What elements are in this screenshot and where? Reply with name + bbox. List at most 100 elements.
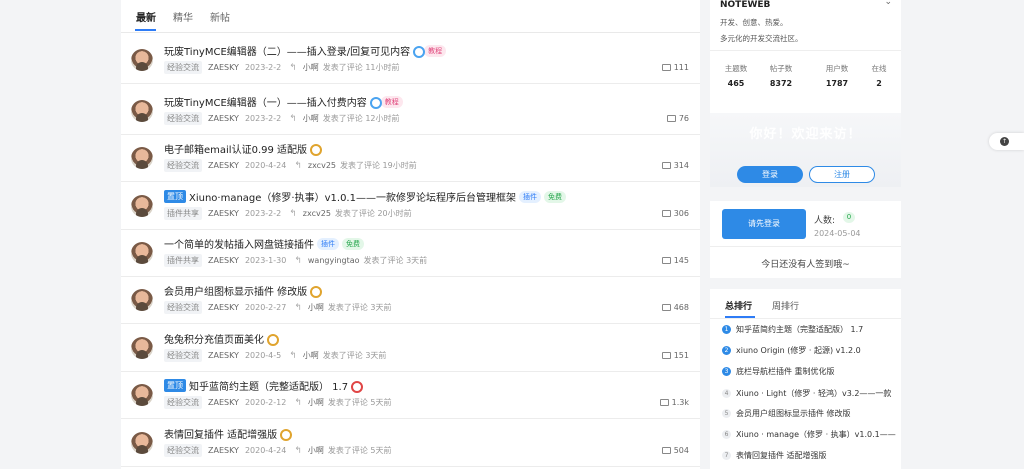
comment-count: 151 bbox=[661, 351, 689, 360]
forum-badge[interactable]: 经验交流 bbox=[164, 444, 202, 457]
forum-badge[interactable]: 经验交流 bbox=[164, 61, 202, 74]
thread-author[interactable]: ZAESKY bbox=[208, 446, 239, 455]
thread-author[interactable]: ZAESKY bbox=[208, 303, 239, 312]
chevron-down-icon[interactable]: ⌄ bbox=[884, 0, 892, 7]
thread-tag[interactable]: 插件 bbox=[317, 237, 339, 250]
comment-count-value: 1.3k bbox=[671, 398, 689, 407]
thread-row[interactable]: 置顶 知乎蓝简约主题（完整适配版） 1.7 经验交流 ZAESKY 2020-2-12 ↰… bbox=[121, 372, 700, 419]
active-tab-indicator bbox=[135, 29, 156, 31]
tab-new[interactable]: 新帖 bbox=[210, 9, 230, 24]
thread-row[interactable]: 表情回复插件 适配增强版 经验交流 ZAESKY 2020-4-24 ↰ 小啊 发表了评论 … bbox=[121, 420, 700, 467]
forum-badge[interactable]: 经验交流 bbox=[164, 396, 202, 409]
register-button[interactable]: 注册 bbox=[809, 166, 875, 183]
tab-latest[interactable]: 最新 bbox=[136, 9, 156, 24]
avatar[interactable] bbox=[131, 147, 153, 169]
thread-row[interactable]: 置顶 Xiuno·manage（修罗·执事）v1.0.1——一款修罗论坛程序后台管… bbox=[121, 183, 700, 230]
reply-arrow-icon: ↰ bbox=[289, 350, 297, 361]
site-desc-line1: 开发、创意、热爱。 bbox=[720, 18, 788, 27]
thread-tag[interactable]: 教程 bbox=[424, 44, 447, 57]
thread-author[interactable]: ZAESKY bbox=[208, 256, 239, 265]
ranking-item[interactable]: 5 会员用户组图标显示插件 修改版 bbox=[722, 408, 851, 419]
avatar[interactable] bbox=[131, 242, 153, 264]
thread-title-line: 表情回复插件 适配增强版 bbox=[164, 426, 293, 441]
thread-row[interactable]: 一个简单的发帖插入网盘链接插件 插件 免费 插件共享 ZAESKY 2023-1-30 ↰ w… bbox=[121, 230, 700, 277]
thread-tag[interactable]: 免费 bbox=[543, 190, 566, 203]
thread-row[interactable]: 玩废TinyMCE编辑器（一）——插入付费内容 教程 经验交流 ZAESKY 2023-… bbox=[121, 88, 700, 135]
ranking-item[interactable]: 2 xiuno Origin (修罗 · 起源) v1.2.0 bbox=[722, 345, 861, 356]
thread-title[interactable]: 知乎蓝简约主题（完整适配版） 1.7 bbox=[189, 378, 348, 393]
thread-title-line: 兔兔积分充值页面美化 bbox=[164, 331, 279, 346]
forum-badge[interactable]: 插件共享 bbox=[164, 254, 202, 267]
thread-title-line: 置顶 Xiuno·manage（修罗·执事）v1.0.1——一款修罗论坛程序后台管… bbox=[164, 189, 566, 204]
thread-row[interactable]: 电子邮箱email认证0.99 适配版 经验交流 ZAESKY 2020-4-24 ↰ z… bbox=[121, 135, 700, 182]
ranking-item[interactable]: 4 Xiuno · Light（修罗 · 轻鸿）v3.2——一款 bbox=[722, 388, 891, 399]
forum-badge[interactable]: 插件共享 bbox=[164, 207, 202, 220]
thread-tag[interactable]: 免费 bbox=[342, 237, 364, 250]
forum-badge[interactable]: 经验交流 bbox=[164, 112, 202, 125]
ranking-title[interactable]: 表情回复插件 适配增强版 bbox=[736, 450, 827, 461]
last-replier[interactable]: zxcv25 bbox=[303, 209, 331, 218]
avatar[interactable] bbox=[131, 49, 153, 71]
login-button[interactable]: 登录 bbox=[737, 166, 803, 183]
last-replier[interactable]: 小啊 bbox=[303, 62, 319, 73]
ranking-title[interactable]: xiuno Origin (修罗 · 起源) v1.2.0 bbox=[736, 345, 861, 356]
ranking-item[interactable]: 7 表情回复插件 适配增强版 bbox=[722, 450, 827, 461]
tab-featured[interactable]: 精华 bbox=[173, 9, 193, 24]
rank-number: 5 bbox=[722, 409, 731, 418]
thread-title[interactable]: 玩废TinyMCE编辑器（一）——插入付费内容 bbox=[164, 94, 367, 109]
thread-author[interactable]: ZAESKY bbox=[208, 63, 239, 72]
last-replier[interactable]: 小啊 bbox=[308, 445, 324, 456]
forum-badge[interactable]: 经验交流 bbox=[164, 349, 202, 362]
ranking-title[interactable]: Xiuno · manage（修罗 · 执事）v1.0.1—— bbox=[736, 429, 896, 440]
ranking-item[interactable]: 3 底栏导航栏插件 重制优化版 bbox=[722, 366, 835, 377]
comment-icon bbox=[659, 399, 669, 406]
tab-weekly-ranking[interactable]: 周排行 bbox=[772, 299, 799, 312]
thread-title[interactable]: 电子邮箱email认证0.99 适配版 bbox=[164, 141, 307, 156]
thread-title[interactable]: Xiuno·manage（修罗·执事）v1.0.1——一款修罗论坛程序后台管理框… bbox=[189, 189, 516, 204]
tab-total-ranking[interactable]: 总排行 bbox=[725, 299, 752, 312]
thread-title[interactable]: 会员用户组图标显示插件 修改版 bbox=[164, 283, 307, 298]
stat-label-users: 用户数 bbox=[825, 64, 849, 73]
avatar[interactable] bbox=[131, 337, 153, 359]
thread-title[interactable]: 一个简单的发帖插入网盘链接插件 bbox=[164, 236, 314, 251]
thread-row[interactable]: 会员用户组图标显示插件 修改版 经验交流 ZAESKY 2020-2-27 ↰ 小啊 发表了… bbox=[121, 277, 700, 324]
ranking-item[interactable]: 6 Xiuno · manage（修罗 · 执事）v1.0.1—— bbox=[722, 429, 896, 440]
avatar[interactable] bbox=[131, 289, 153, 311]
ranking-title[interactable]: 会员用户组图标显示插件 修改版 bbox=[736, 408, 851, 419]
thread-author[interactable]: ZAESKY bbox=[208, 398, 239, 407]
thread-tag[interactable]: 插件 bbox=[518, 190, 541, 203]
thread-title[interactable]: 兔兔积分充值页面美化 bbox=[164, 331, 264, 346]
thread-title[interactable]: 表情回复插件 适配增强版 bbox=[164, 426, 277, 441]
ranking-title[interactable]: 底栏导航栏插件 重制优化版 bbox=[736, 366, 835, 377]
avatar[interactable] bbox=[131, 100, 153, 122]
thread-author[interactable]: ZAESKY bbox=[208, 114, 239, 123]
last-replier[interactable]: zxcv25 bbox=[308, 161, 336, 170]
last-replier[interactable]: 小啊 bbox=[303, 113, 319, 124]
forum-badge[interactable]: 经验交流 bbox=[164, 159, 202, 172]
arrow-up-icon: ↑ bbox=[1000, 137, 1009, 146]
back-to-top-button[interactable]: ↑ bbox=[989, 133, 1024, 150]
comment-count-value: 314 bbox=[673, 161, 689, 170]
forum-badge[interactable]: 经验交流 bbox=[164, 301, 202, 314]
thread-row[interactable]: 兔兔积分充值页面美化 经验交流 ZAESKY 2020-4-5 ↰ 小啊 发表了评论 3天前… bbox=[121, 325, 700, 372]
avatar[interactable] bbox=[131, 432, 153, 454]
ranking-item[interactable]: 1 知乎蓝简约主题（完整适配版） 1.7 bbox=[722, 324, 863, 335]
ranking-title[interactable]: 知乎蓝简约主题（完整适配版） 1.7 bbox=[736, 324, 863, 335]
thread-tag[interactable]: 教程 bbox=[380, 95, 403, 108]
thread-author[interactable]: ZAESKY bbox=[208, 209, 239, 218]
last-replier[interactable]: 小啊 bbox=[303, 350, 319, 361]
signin-button[interactable]: 请先登录 bbox=[722, 209, 806, 239]
thread-author[interactable]: ZAESKY bbox=[208, 351, 239, 360]
thread-row[interactable]: 玩废TinyMCE编辑器（二）——插入登录/回复可见内容 教程经验交流 ZAESKY… bbox=[121, 37, 700, 84]
avatar[interactable] bbox=[131, 384, 153, 406]
last-replier[interactable]: 小啊 bbox=[308, 397, 324, 408]
thread-author[interactable]: ZAESKY bbox=[208, 161, 239, 170]
ranking-title[interactable]: Xiuno · Light（修罗 · 轻鸿）v3.2——一款 bbox=[736, 388, 891, 399]
last-replier[interactable]: wangyingtao bbox=[308, 256, 360, 265]
last-replier[interactable]: 小啊 bbox=[308, 302, 324, 313]
avatar[interactable] bbox=[131, 195, 153, 217]
signin-empty-text: 今日还没有人签到哦~ bbox=[761, 260, 850, 270]
thread-title[interactable]: 玩废TinyMCE编辑器（二）——插入登录/回复可见内容 bbox=[164, 43, 410, 58]
thread-title-line: 一个简单的发帖插入网盘链接插件 插件 免费 bbox=[164, 236, 364, 251]
reply-arrow-icon: ↰ bbox=[289, 113, 297, 124]
